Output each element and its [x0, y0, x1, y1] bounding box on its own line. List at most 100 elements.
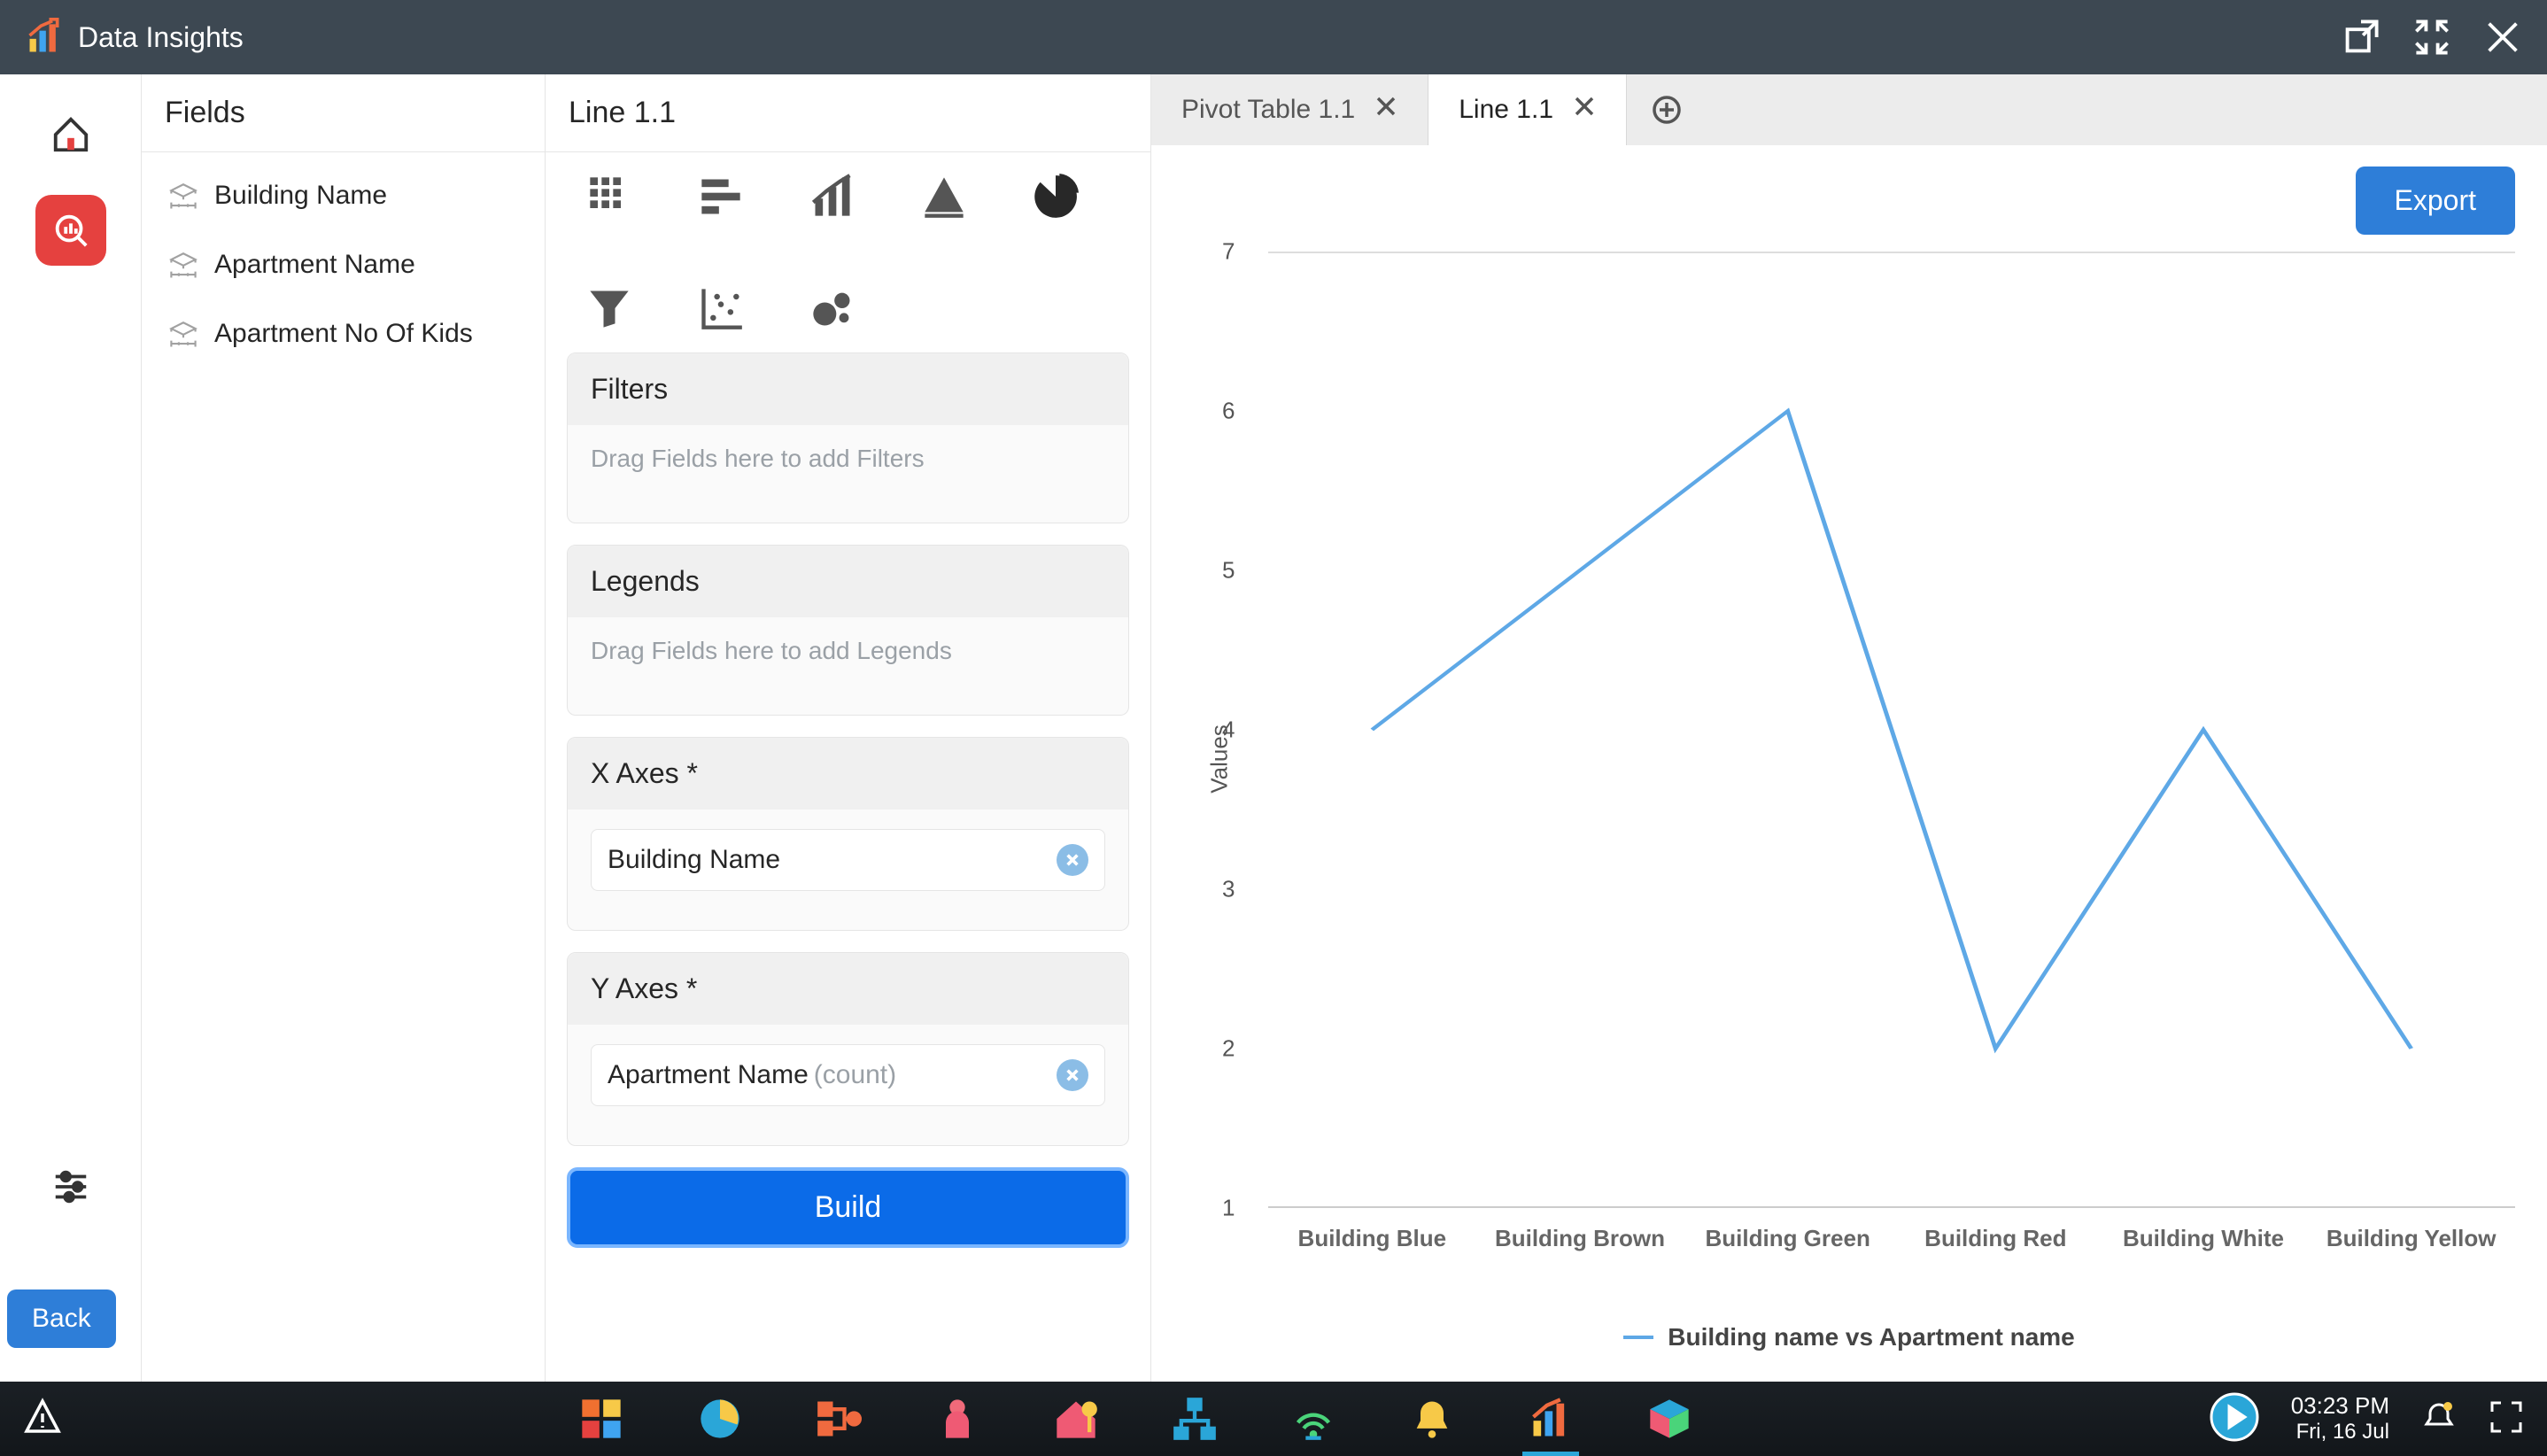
nav-settings[interactable]: [35, 1151, 106, 1222]
legend-label: Building name vs Apartment name: [1668, 1323, 2075, 1351]
taskbar-app-dashboard-icon[interactable]: [578, 1396, 624, 1442]
cube-icon: [168, 252, 198, 278]
xaxes-title: X Axes *: [568, 738, 1128, 809]
chart-ytick: 6: [1222, 398, 1235, 425]
yaxes-zone[interactable]: Y Axes * Apartment Name (count): [567, 952, 1129, 1146]
build-button[interactable]: Build: [567, 1167, 1129, 1248]
chart-type-picker: [546, 152, 1150, 342]
chart-area: Values 1234567Building BlueBuilding Brow…: [1192, 243, 2515, 1275]
legends-zone[interactable]: Legends Drag Fields here to add Legends: [567, 545, 1129, 716]
clock-date: Fri, 16 Jul: [2291, 1420, 2389, 1444]
nav-home[interactable]: [35, 99, 106, 170]
taskbar-app-pie-icon[interactable]: [697, 1396, 743, 1442]
popout-icon[interactable]: [2342, 18, 2381, 57]
chart-ytick: 3: [1222, 876, 1235, 903]
chip-label: Apartment Name: [608, 1060, 809, 1090]
field-item[interactable]: Apartment Name: [158, 230, 529, 299]
chart-type-pie-icon[interactable]: [1031, 172, 1080, 221]
chart-xtick: Building Brown: [1495, 1225, 1665, 1252]
tab-pivot[interactable]: Pivot Table 1.1: [1151, 74, 1428, 145]
taskbar-app-bell-icon[interactable]: [1409, 1396, 1455, 1442]
sidenav: Back: [0, 74, 142, 1382]
taskbar-alert-icon[interactable]: [23, 1398, 62, 1441]
chart-type-scatter-icon[interactable]: [696, 283, 746, 333]
yaxes-chip[interactable]: Apartment Name (count): [591, 1044, 1105, 1106]
tab-label: Line 1.1: [1459, 95, 1553, 125]
chart-type-area-icon[interactable]: [919, 172, 969, 221]
fields-panel: Fields Building Name Apartment Name Apar…: [142, 74, 546, 1382]
legends-title: Legends: [568, 546, 1128, 617]
minimize-restore-icon[interactable]: [2412, 18, 2451, 57]
chart-panel: Pivot Table 1.1 Line 1.1 Export Values 1…: [1151, 74, 2547, 1382]
taskbar-app-hierarchy-icon[interactable]: [1172, 1396, 1218, 1442]
back-button[interactable]: Back: [7, 1289, 116, 1348]
chart-type-line-icon[interactable]: [808, 172, 857, 221]
chip-aggregate: (count): [814, 1060, 896, 1090]
taskbar-clock: 03:23 PM Fri, 16 Jul: [2291, 1393, 2389, 1444]
chart-ytick: 7: [1222, 238, 1235, 266]
chart-ytick: 1: [1222, 1195, 1235, 1222]
xaxes-chip[interactable]: Building Name: [591, 829, 1105, 891]
chart-ytick: 4: [1222, 716, 1235, 744]
taskbar-app-flow-icon[interactable]: [816, 1396, 862, 1442]
chart-xtick: Building Green: [1705, 1225, 1870, 1252]
chart-ytick: 5: [1222, 557, 1235, 585]
app-body: Back Fields Building Name Apartment Name…: [0, 74, 2547, 1382]
field-label: Building Name: [214, 181, 387, 211]
clock-time: 03:23 PM: [2291, 1393, 2389, 1420]
taskbar-app-wifi-icon[interactable]: [1290, 1396, 1336, 1442]
taskbar-play-icon[interactable]: [2210, 1392, 2259, 1446]
remove-chip-icon[interactable]: [1057, 844, 1088, 876]
chart-type-bar-icon[interactable]: [696, 172, 746, 221]
chart-type-pivot-icon[interactable]: [584, 172, 634, 221]
filters-zone[interactable]: Filters Drag Fields here to add Filters: [567, 352, 1129, 523]
field-label: Apartment Name: [214, 250, 415, 280]
chart-xtick: Building Blue: [1298, 1225, 1447, 1252]
taskbar: 03:23 PM Fri, 16 Jul: [0, 1382, 2547, 1456]
titlebar: Data Insights: [0, 0, 2547, 74]
cube-icon: [168, 321, 198, 347]
tab-bar: Pivot Table 1.1 Line 1.1: [1151, 74, 2547, 145]
taskbar-notifications-icon[interactable]: [2421, 1399, 2457, 1439]
legend-swatch: [1623, 1336, 1653, 1339]
chart-xtick: Building Red: [1924, 1225, 2066, 1252]
taskbar-app-home-icon[interactable]: [1053, 1396, 1099, 1442]
filters-title: Filters: [568, 353, 1128, 425]
taskbar-app-insights-icon[interactable]: [1528, 1396, 1574, 1442]
field-item[interactable]: Apartment No Of Kids: [158, 299, 529, 368]
legends-placeholder: Drag Fields here to add Legends: [591, 637, 1105, 665]
chart-series: [1268, 252, 2515, 1208]
chart-ytick: 2: [1222, 1035, 1235, 1063]
xaxes-zone[interactable]: X Axes * Building Name: [567, 737, 1129, 931]
tab-label: Pivot Table 1.1: [1181, 95, 1355, 125]
nav-analytics[interactable]: [35, 195, 106, 266]
taskbar-app-cube-icon[interactable]: [1646, 1396, 1692, 1442]
chart-legend: Building name vs Apartment name: [1151, 1323, 2547, 1351]
taskbar-fullscreen-icon[interactable]: [2489, 1399, 2524, 1439]
tab-line[interactable]: Line 1.1: [1428, 74, 1627, 145]
tab-close-icon[interactable]: [1573, 95, 1596, 125]
taskbar-app-person-icon[interactable]: [934, 1396, 980, 1442]
chart-type-bubble-icon[interactable]: [808, 283, 857, 333]
export-button[interactable]: Export: [2356, 167, 2515, 235]
add-tab-icon[interactable]: [1627, 74, 1707, 145]
chart-type-funnel-icon[interactable]: [584, 283, 634, 333]
remove-chip-icon[interactable]: [1057, 1059, 1088, 1091]
field-item[interactable]: Building Name: [158, 161, 529, 230]
chart-plot: 1234567Building BlueBuilding BrownBuildi…: [1268, 252, 2515, 1208]
config-panel: Line 1.1 Filters Drag Fields here to add…: [546, 74, 1151, 1382]
config-heading: Line 1.1: [546, 74, 1150, 152]
yaxes-title: Y Axes *: [568, 953, 1128, 1025]
chart-xtick: Building Yellow: [2326, 1225, 2497, 1252]
field-label: Apartment No Of Kids: [214, 319, 473, 349]
cube-icon: [168, 182, 198, 209]
filters-placeholder: Drag Fields here to add Filters: [591, 445, 1105, 473]
fields-heading: Fields: [142, 74, 545, 152]
chip-label: Building Name: [608, 845, 780, 875]
app-logo: Data Insights: [25, 18, 244, 57]
chart-body: Export Values 1234567Building BlueBuildi…: [1151, 145, 2547, 1382]
tab-close-icon[interactable]: [1374, 95, 1397, 125]
close-icon[interactable]: [2483, 18, 2522, 57]
app-title: Data Insights: [78, 21, 244, 54]
chart-xtick: Building White: [2123, 1225, 2284, 1252]
